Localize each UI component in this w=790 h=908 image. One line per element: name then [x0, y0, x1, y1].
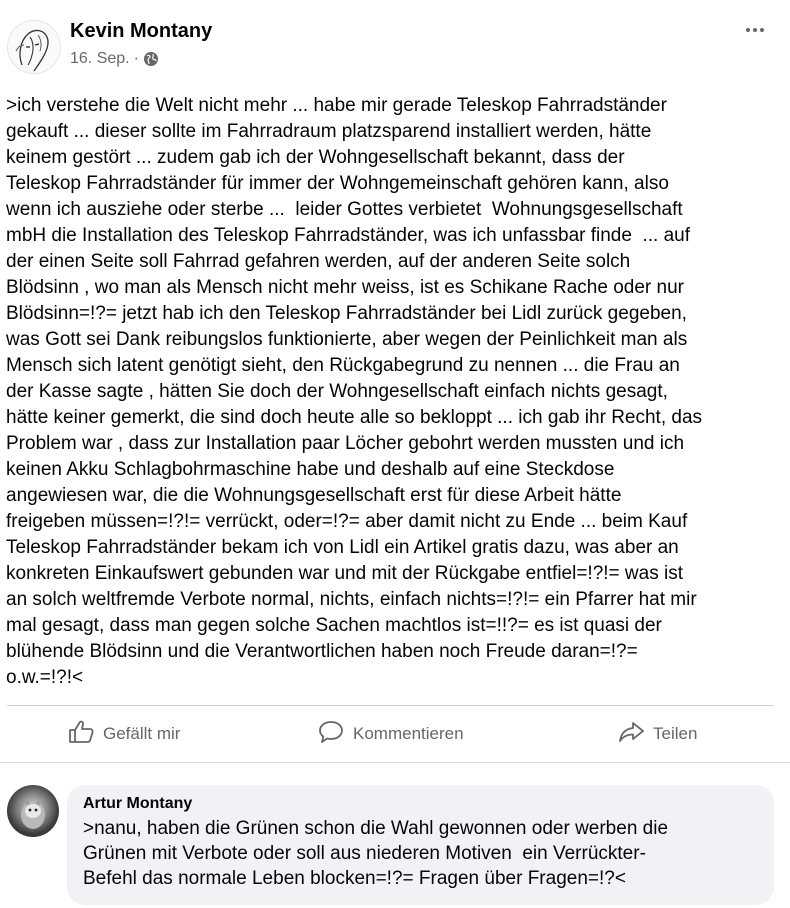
globe-icon[interactable]	[143, 51, 159, 67]
post-author-name[interactable]: Kevin Montany	[70, 20, 212, 43]
meta-separator: ·	[133, 50, 139, 67]
share-label: Teilen	[653, 724, 698, 743]
more-options-icon[interactable]	[740, 18, 770, 42]
like-label: Gefällt mir	[103, 724, 181, 743]
avatar-sketch-icon	[15, 29, 49, 72]
post-header: Kevin Montany 16. Sep. ·	[0, 0, 790, 80]
commenter-avatar[interactable]	[7, 785, 59, 837]
comment-author-name[interactable]: Artur Montany	[83, 795, 758, 813]
divider	[0, 762, 790, 763]
like-button[interactable]: Gefällt mir	[67, 706, 180, 762]
post-action-bar: Gefällt mir Kommentieren Teilen	[7, 706, 774, 762]
thumbs-up-icon	[67, 718, 95, 751]
share-icon	[617, 718, 645, 751]
comment-button[interactable]: Kommentieren	[317, 706, 464, 762]
post-date[interactable]: 16. Sep.	[70, 50, 130, 68]
share-button[interactable]: Teilen	[617, 706, 697, 762]
comment-label: Kommentieren	[353, 724, 464, 743]
post-text: >ich verstehe die Welt nicht mehr ... ha…	[6, 95, 703, 688]
comment-bubble: Artur Montany >nanu, haben die Grünen sc…	[67, 785, 774, 905]
post-meta: 16. Sep. ·	[70, 50, 159, 68]
author-avatar[interactable]	[7, 20, 61, 74]
cat-photo-icon	[21, 799, 45, 829]
comment-icon	[317, 718, 345, 751]
comment-text: >nanu, haben die Grünen schon die Wahl g…	[83, 818, 669, 889]
